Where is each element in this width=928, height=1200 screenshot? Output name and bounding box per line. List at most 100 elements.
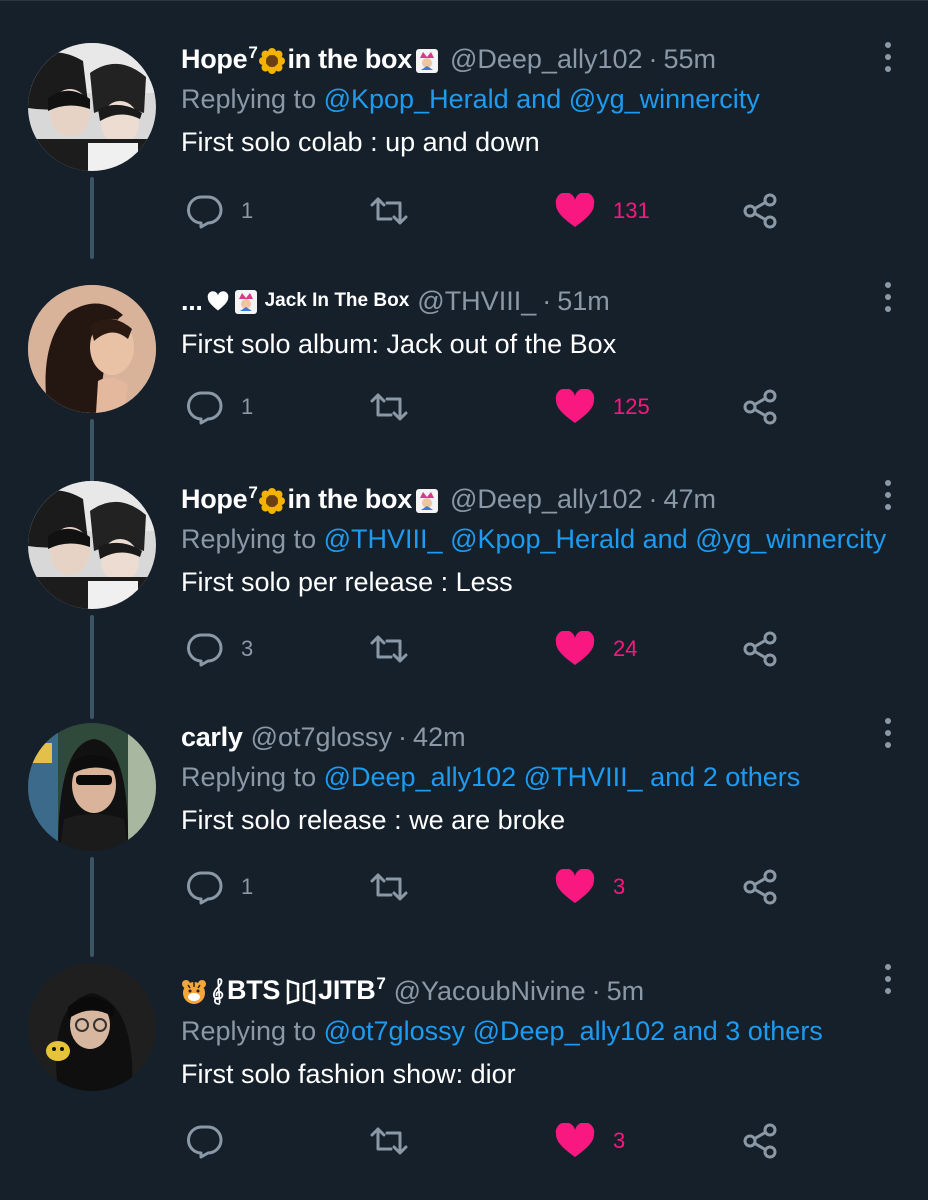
thread-line xyxy=(90,857,94,957)
reply-count: 1 xyxy=(241,394,254,419)
like-button[interactable]: 24 xyxy=(555,625,637,673)
handle[interactable]: @Deep_ally102 xyxy=(450,44,643,75)
avatar[interactable] xyxy=(28,481,156,609)
like-button[interactable]: 3 xyxy=(555,863,625,911)
reply-count: 1 xyxy=(241,874,254,899)
mention-link[interactable]: @yg_winnercity xyxy=(569,84,760,114)
reply-button[interactable]: 1 xyxy=(187,863,253,911)
sunflower-icon xyxy=(259,487,286,514)
tweet-header: carly @ot7glossy · 42m xyxy=(181,721,466,753)
timestamp[interactable]: 51m xyxy=(557,286,610,317)
thread-line xyxy=(90,177,94,259)
timestamp[interactable]: 42m xyxy=(413,722,466,753)
joker-card-icon xyxy=(234,290,257,315)
reply-button[interactable]: 1 xyxy=(187,187,253,235)
share-icon xyxy=(743,1123,777,1159)
tiger-face-icon xyxy=(182,979,206,1004)
replying-to: Replying to @Deep_ally102 @THVIII_ and 2… xyxy=(181,762,801,792)
sunflower-icon xyxy=(259,47,286,74)
retweet-button[interactable] xyxy=(369,383,409,431)
mention-link[interactable]: @THVIII_ xyxy=(324,524,443,554)
mention-link[interactable]: 2 others xyxy=(703,762,801,792)
reply-count: 3 xyxy=(241,636,254,661)
retweet-button[interactable] xyxy=(369,863,409,911)
tweet-header: ... Jack In The Box @THVIII_ · 51m xyxy=(181,285,610,317)
more-options-icon[interactable] xyxy=(876,715,900,755)
mention-link[interactable]: @THVIII_ xyxy=(524,762,643,792)
avatar[interactable] xyxy=(28,723,156,851)
tweet-text: First solo per release : Less xyxy=(181,567,513,597)
like-button[interactable]: 131 xyxy=(555,187,650,235)
display-name[interactable]: ... xyxy=(181,286,261,317)
mention-link[interactable]: @Deep_ally102 xyxy=(324,762,517,792)
retweet-button[interactable] xyxy=(369,187,409,235)
handle[interactable]: @YacoubNivine xyxy=(394,976,586,1007)
handle[interactable]: @ot7glossy xyxy=(251,722,392,753)
joker-card-icon xyxy=(415,48,438,73)
more-options-icon[interactable] xyxy=(876,279,900,319)
display-name-suffix[interactable]: Jack In The Box xyxy=(265,290,410,312)
retweet-icon xyxy=(370,197,408,225)
mention-link[interactable]: 3 others xyxy=(725,1016,823,1046)
reply-button[interactable] xyxy=(187,1117,241,1165)
reply-icon xyxy=(187,391,223,425)
mention-link[interactable]: @Kpop_Herald xyxy=(324,84,509,114)
heart-icon xyxy=(555,389,595,423)
handle[interactable]: @THVIII_ xyxy=(417,286,536,317)
display-name[interactable]: Hope7 in the box xyxy=(181,43,442,75)
display-name[interactable]: Hope7 in the box xyxy=(181,483,442,515)
like-button[interactable]: 125 xyxy=(555,383,650,431)
tweet-text: First solo album: Jack out of the Box xyxy=(181,329,617,359)
like-count: 3 xyxy=(613,874,626,899)
thread-line xyxy=(90,615,94,719)
action-bar: 3 xyxy=(181,1117,801,1165)
retweet-icon xyxy=(370,1127,408,1155)
thread-line xyxy=(90,419,94,483)
action-bar: 1 125 xyxy=(181,383,801,431)
like-count: 125 xyxy=(613,394,650,419)
retweet-icon xyxy=(370,393,408,421)
handle[interactable]: @Deep_ally102 xyxy=(450,484,643,515)
retweet-button[interactable] xyxy=(369,625,409,673)
like-count: 3 xyxy=(613,1128,626,1153)
mention-link[interactable]: @Kpop_Herald xyxy=(450,524,635,554)
more-options-icon[interactable] xyxy=(876,961,900,1001)
reply-button[interactable]: 1 xyxy=(187,383,253,431)
tweet-text: First solo fashion show: dior xyxy=(181,1059,516,1089)
avatar[interactable] xyxy=(28,963,156,1091)
share-button[interactable] xyxy=(741,187,779,235)
mention-link[interactable]: @Deep_ally102 xyxy=(473,1016,666,1046)
retweet-button[interactable] xyxy=(369,1117,409,1165)
avatar[interactable] xyxy=(28,285,156,413)
timestamp[interactable]: 55m xyxy=(664,44,717,75)
share-icon xyxy=(743,631,777,667)
replying-to: Replying to @Kpop_Herald and @yg_winnerc… xyxy=(181,84,760,114)
tweet-header: BTS JITB7 @YacoubNivine · 5m xyxy=(181,971,898,1011)
display-name[interactable]: carly xyxy=(181,722,243,753)
display-name[interactable]: BTS JITB7 xyxy=(181,974,386,1008)
timestamp[interactable]: 5m xyxy=(607,976,645,1007)
timestamp[interactable]: 47m xyxy=(664,484,717,515)
share-icon xyxy=(743,389,777,425)
retweet-icon xyxy=(370,873,408,901)
reply-button[interactable]: 3 xyxy=(187,625,253,673)
mention-link[interactable]: @yg_winnercity xyxy=(695,524,886,554)
more-options-icon[interactable] xyxy=(876,39,900,79)
share-button[interactable] xyxy=(741,383,779,431)
reply-icon xyxy=(187,1125,223,1159)
share-button[interactable] xyxy=(741,863,779,911)
heart-icon xyxy=(555,869,595,903)
avatar[interactable] xyxy=(28,43,156,171)
share-button[interactable] xyxy=(741,1117,779,1165)
heart-emoji-icon xyxy=(207,291,228,311)
mention-link[interactable]: @ot7glossy xyxy=(324,1016,465,1046)
share-button[interactable] xyxy=(741,625,779,673)
reply-icon xyxy=(187,195,223,229)
reply-icon xyxy=(187,633,223,667)
retweet-icon xyxy=(370,635,408,663)
more-options-icon[interactable] xyxy=(876,477,900,517)
like-button[interactable]: 3 xyxy=(555,1117,625,1165)
replying-to: Replying to @ot7glossy @Deep_ally102 and… xyxy=(181,1016,823,1046)
action-bar: 3 24 xyxy=(181,625,801,673)
reply-count: 1 xyxy=(241,198,254,223)
